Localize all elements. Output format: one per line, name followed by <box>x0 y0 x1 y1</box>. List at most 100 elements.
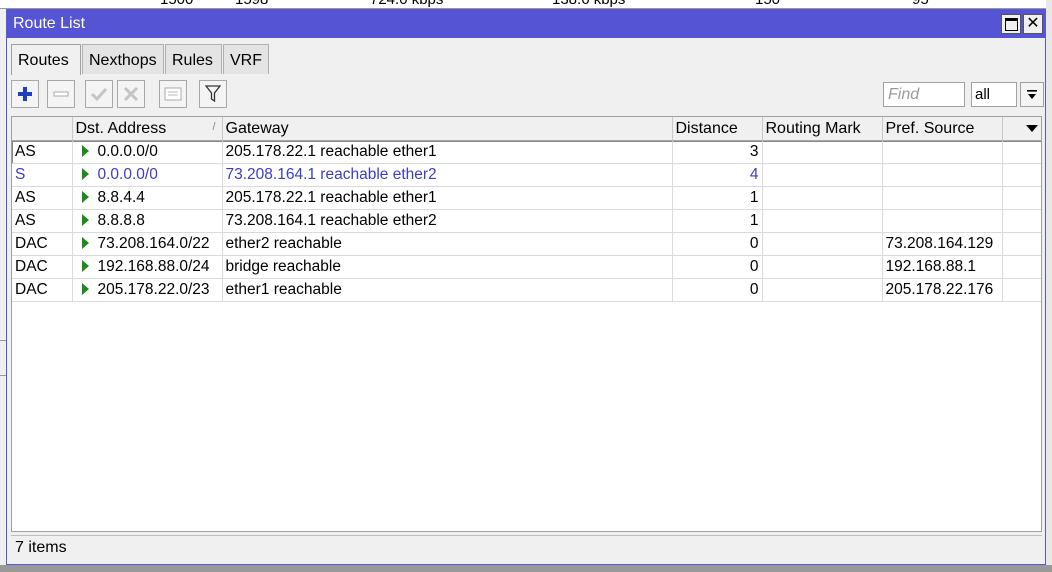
background-window-edge <box>1046 0 1052 572</box>
route-spacer <box>1002 163 1041 187</box>
route-dst-address: 73.208.164.0/22 <box>72 232 223 256</box>
bg-value: 95 <box>912 0 929 8</box>
table-row[interactable]: AS 0.0.0.0/0 205.178.22.1 reachable ether1… <box>12 140 1041 164</box>
route-routing-mark <box>762 186 883 210</box>
filter-button[interactable] <box>199 80 227 108</box>
route-flags: DAC <box>12 255 73 279</box>
table-row[interactable]: DAC 192.168.88.0/24 bridge reachable 0 192.1… <box>12 255 1041 279</box>
close-button[interactable]: ✕ <box>1023 14 1043 34</box>
route-dst-address: 0.0.0.0/0 <box>72 163 223 187</box>
toolbar: all <box>11 79 1044 111</box>
route-distance: 0 <box>672 278 763 302</box>
route-flags: S <box>12 163 73 187</box>
tab-routes[interactable]: Routes <box>11 44 81 75</box>
route-dst-address: 8.8.8.8 <box>72 209 223 233</box>
disable-icon <box>123 86 139 102</box>
route-spacer <box>1002 278 1041 302</box>
route-spacer <box>1002 209 1041 233</box>
route-dst-address: 8.8.4.4 <box>72 186 223 210</box>
route-gateway: bridge reachable <box>222 255 673 279</box>
col-dst-address-header[interactable]: Dst. Address / <box>72 117 223 141</box>
route-spacer <box>1002 255 1041 279</box>
status-bar: 7 items <box>11 535 1042 560</box>
filter-select[interactable]: all <box>971 82 1017 107</box>
route-distance: 0 <box>672 255 763 279</box>
maximize-button[interactable] <box>1001 14 1021 34</box>
comment-button[interactable] <box>159 80 187 108</box>
route-arrow-icon <box>81 168 89 180</box>
route-flags: AS <box>12 209 73 233</box>
close-icon: ✕ <box>1026 15 1040 32</box>
enable-icon <box>90 87 108 102</box>
route-dst-text: 192.168.88.0/24 <box>97 258 210 275</box>
table-row[interactable]: DAC 205.178.22.0/23 ether1 reachable 0 205.1… <box>12 278 1041 302</box>
table-row[interactable]: DAC 73.208.164.0/22 ether2 reachable 0 73.20… <box>12 232 1041 256</box>
route-arrow-icon <box>81 283 89 295</box>
route-pref-source <box>882 209 1003 233</box>
remove-button[interactable] <box>47 80 75 108</box>
enable-button[interactable] <box>85 80 113 108</box>
table-row[interactable]: AS 8.8.8.8 73.208.164.1 reachable ether2 1 <box>12 209 1041 233</box>
sort-icon: / <box>212 121 216 133</box>
item-count: 7 items <box>15 539 67 556</box>
tab-rules[interactable]: Rules <box>165 44 222 74</box>
table-row[interactable]: AS 8.8.4.4 205.178.22.1 reachable ether1 1 <box>12 186 1041 210</box>
table-row[interactable]: S 0.0.0.0/0 73.208.164.1 reachable ether2 4 <box>12 163 1041 187</box>
route-pref-source <box>882 163 1003 187</box>
route-gateway: 73.208.164.1 reachable ether2 <box>222 209 673 233</box>
window-titlebar[interactable]: Route List ✕ <box>7 10 1045 38</box>
route-distance: 3 <box>672 140 763 164</box>
route-pref-source: 192.168.88.1 <box>882 255 1003 279</box>
route-list-window: Route List ✕ Routes Nexthops Rules VRF F… <box>6 9 1046 565</box>
col-gateway-header[interactable]: Gateway <box>222 117 673 141</box>
add-button[interactable] <box>11 80 39 108</box>
route-routing-mark <box>762 278 883 302</box>
route-arrow-icon <box>81 191 89 203</box>
route-dst-text: 0.0.0.0/0 <box>97 166 158 183</box>
route-arrow-icon <box>81 214 89 226</box>
route-pref-source <box>882 186 1003 210</box>
route-gateway: ether2 reachable <box>222 232 673 256</box>
route-flags: DAC <box>12 232 73 256</box>
route-flags: AS <box>12 186 73 210</box>
tab-nexthops[interactable]: Nexthops <box>82 44 164 74</box>
route-spacer <box>1002 232 1041 256</box>
route-dst-text: 8.8.4.4 <box>97 189 145 206</box>
route-routing-mark <box>762 232 883 256</box>
route-pref-source: 73.208.164.129 <box>882 232 1003 256</box>
route-routing-mark <box>762 140 883 164</box>
bg-value: 1500 <box>160 0 193 8</box>
route-distance: 0 <box>672 232 763 256</box>
route-spacer <box>1002 186 1041 210</box>
route-routing-mark <box>762 163 883 187</box>
route-dst-address: 192.168.88.0/24 <box>72 255 223 279</box>
column-menu-button[interactable] <box>1002 117 1041 141</box>
route-routing-mark <box>762 255 883 279</box>
background-window-strip: 1500 1598 724.0 kbps 138.6 kbps 150 95 <box>0 0 1052 9</box>
disable-button[interactable] <box>117 80 145 108</box>
route-arrow-icon <box>81 237 89 249</box>
routes-table: Dst. Address / Gateway Distance Routing M… <box>11 116 1042 532</box>
dropdown-arrow-icon <box>1027 89 1037 99</box>
add-icon <box>18 87 32 101</box>
filter-select-dropdown[interactable] <box>1020 82 1044 107</box>
route-arrow-icon <box>81 145 89 157</box>
route-flags: DAC <box>12 278 73 302</box>
route-arrow-icon <box>81 260 89 272</box>
tab-vrf[interactable]: VRF <box>223 44 269 74</box>
route-pref-source <box>882 140 1003 164</box>
route-dst-text: 0.0.0.0/0 <box>97 143 158 160</box>
bg-value: 1598 <box>235 0 268 8</box>
route-pref-source: 205.178.22.176 <box>882 278 1003 302</box>
route-distance: 1 <box>672 186 763 210</box>
col-flags-header[interactable] <box>12 117 73 141</box>
bg-value: 150 <box>755 0 780 8</box>
route-spacer <box>1002 140 1041 164</box>
col-pref-source-header[interactable]: Pref. Source <box>882 117 1003 141</box>
route-dst-address: 205.178.22.0/23 <box>72 278 223 302</box>
col-distance-header[interactable]: Distance <box>672 117 763 141</box>
col-routing-mark-header[interactable]: Routing Mark <box>762 117 883 141</box>
route-dst-text: 73.208.164.0/22 <box>97 235 210 252</box>
find-input[interactable] <box>883 82 965 107</box>
bg-value: 724.0 kbps <box>370 0 443 8</box>
